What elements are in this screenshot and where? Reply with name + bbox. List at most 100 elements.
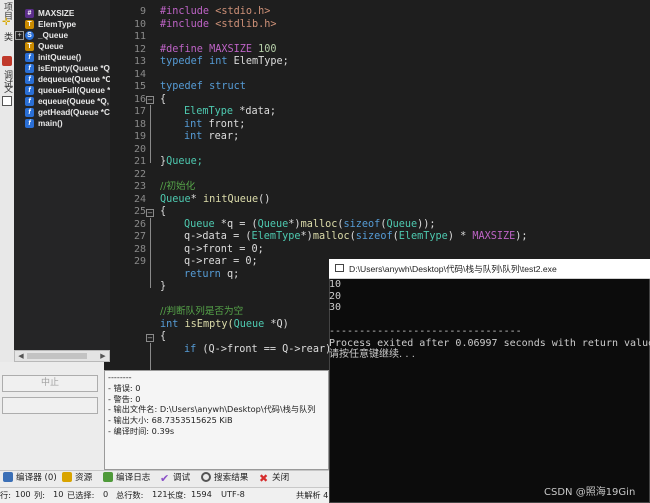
tree-item[interactable]: f equeue(Queue *Q, (14, 96, 110, 107)
line-number: 19 (133, 131, 146, 142)
tree-item-label: main() (38, 119, 63, 128)
status-selected-label: 已选择: (67, 490, 95, 500)
tab-files[interactable]: 文 (1, 84, 13, 93)
class-browser-scrollbar[interactable]: ◀ ▶ (14, 350, 110, 362)
line-number: 9 (139, 6, 146, 17)
code-line: typedef int ElemType; (160, 56, 289, 67)
tree-item-label: isEmpty(Queue *Q (38, 64, 110, 73)
files-icon[interactable] (2, 96, 12, 106)
fold-guide (150, 343, 151, 370)
status-length-label: 长度: (167, 490, 187, 500)
tree-item[interactable]: # MAXSIZE (14, 8, 110, 19)
add-icon[interactable]: ✛ (2, 18, 12, 28)
line-number: 13 (133, 56, 146, 67)
console-title-bar[interactable]: D:\Users\anywh\Desktop\代码\栈与队列\队列\test2.… (329, 259, 650, 279)
code-line: Queue *q = (Queue*)malloc(sizeof(Queue))… (184, 218, 436, 230)
tree-item-label: MAXSIZE (38, 9, 75, 18)
fold-toggle-icon[interactable]: − (146, 96, 154, 104)
tree-item-label: getHead(Queue *C (38, 108, 110, 117)
tree-item[interactable]: T ElemType (14, 19, 110, 30)
scroll-right-icon[interactable]: ▶ (98, 352, 108, 360)
tree-item[interactable]: f isEmpty(Queue *Q (14, 63, 110, 74)
line-number: 20 (133, 143, 146, 155)
stop-button[interactable]: 中止 (2, 375, 98, 392)
status-parsed: 共解析 4 (296, 490, 329, 500)
compiler-icon (3, 472, 13, 482)
fold-guide (150, 218, 151, 288)
line-number: 26 (133, 218, 146, 230)
line-number: 22 (133, 168, 146, 180)
debug-icon[interactable] (2, 56, 12, 66)
line-number: 17 (133, 106, 146, 117)
code-comment: //初始化 (160, 181, 196, 192)
line-number: 21 (133, 156, 146, 167)
code-line: typedef struct (160, 81, 246, 92)
code-line: { (160, 206, 167, 217)
tab-close[interactable]: ✖ 关闭 (259, 472, 289, 485)
function-icon: f (25, 86, 34, 95)
resources-icon (62, 472, 72, 482)
function-icon: f (25, 64, 34, 73)
function-icon: f (25, 75, 34, 84)
tree-item-label: Queue (38, 42, 64, 51)
status-row-value: 100 (15, 489, 31, 499)
code-line: } (160, 281, 167, 292)
scrollbar-thumb[interactable] (27, 353, 87, 359)
tab-resources[interactable]: 资源 (62, 472, 92, 485)
compile-log-line: - 警告: 0 (108, 393, 141, 404)
console-window[interactable] (329, 259, 650, 503)
console-line: 30 (329, 302, 342, 314)
tab-debug[interactable]: ✔ 调试 (160, 472, 190, 485)
tab-classes[interactable]: 类 (1, 32, 13, 41)
tab-compiler[interactable]: 编译器 (0) (3, 472, 57, 485)
compile-log-line: - 输出大小: 68.7353515625 KiB (108, 415, 233, 426)
code-line: { (160, 331, 167, 342)
line-number: 24 (133, 193, 146, 205)
function-icon: f (25, 53, 34, 62)
compile-log-line: - 编译时间: 0.39s (108, 426, 175, 436)
tree-item-label: queueFull(Queue * (38, 86, 111, 95)
console-line: Process exited after 0.06997 seconds wit… (329, 337, 650, 349)
function-icon: f (25, 97, 34, 106)
tab-compile-log[interactable]: 编译日志 (103, 472, 150, 485)
tree-item[interactable]: f dequeue(Queue *C (14, 74, 111, 85)
compile-log-line: - 错误: 0 (108, 382, 141, 393)
line-number: 25 (133, 206, 146, 217)
blank-button[interactable] (2, 397, 98, 414)
code-line: ElemType *data; (184, 106, 277, 117)
scroll-left-icon[interactable]: ◀ (16, 352, 26, 360)
checkmark-icon: ✔ (160, 472, 170, 485)
status-encoding: UTF-8 (221, 489, 245, 499)
line-number: 11 (133, 31, 146, 42)
macro-icon: # (25, 9, 34, 18)
tree-item[interactable]: f getHead(Queue *C (14, 107, 110, 118)
tree-item-label: equeue(Queue *Q, (38, 97, 109, 106)
line-number: 29 (133, 256, 146, 267)
fold-toggle-icon[interactable]: − (146, 209, 154, 217)
console-app-icon (335, 264, 344, 272)
status-length-value: 1594 (191, 489, 212, 499)
tree-item[interactable]: f main() (14, 118, 110, 129)
fold-toggle-icon[interactable]: − (146, 334, 154, 342)
tree-item[interactable]: f initQueue() (14, 52, 110, 63)
tree-item-label: initQueue() (38, 53, 82, 62)
line-number: 28 (133, 243, 146, 255)
console-line: 请按任意键继续. . . (329, 349, 415, 361)
watermark: CSDN @照海19Gin (544, 487, 636, 498)
typedef-icon: T (25, 20, 34, 29)
tab-search-results[interactable]: 搜索结果 (201, 472, 248, 485)
tree-item[interactable]: T Queue (14, 41, 110, 52)
tree-item[interactable]: f queueFull(Queue * (14, 85, 110, 96)
line-number: 12 (133, 43, 146, 55)
code-line: { (160, 93, 167, 105)
line-number: 14 (133, 68, 146, 80)
expand-icon[interactable]: + (15, 31, 24, 40)
function-icon: f (25, 108, 34, 117)
console-line: -------------------------------- (329, 325, 522, 337)
code-line: q->rear = 0; (184, 256, 258, 267)
search-icon (201, 472, 211, 482)
tree-item[interactable]: + S _Queue (14, 30, 110, 41)
code-line: if (Q->front == Q->rear) (184, 343, 332, 355)
console-title: D:\Users\anywh\Desktop\代码\栈与队列\队列\test2.… (349, 264, 557, 274)
line-number: 18 (133, 118, 146, 130)
